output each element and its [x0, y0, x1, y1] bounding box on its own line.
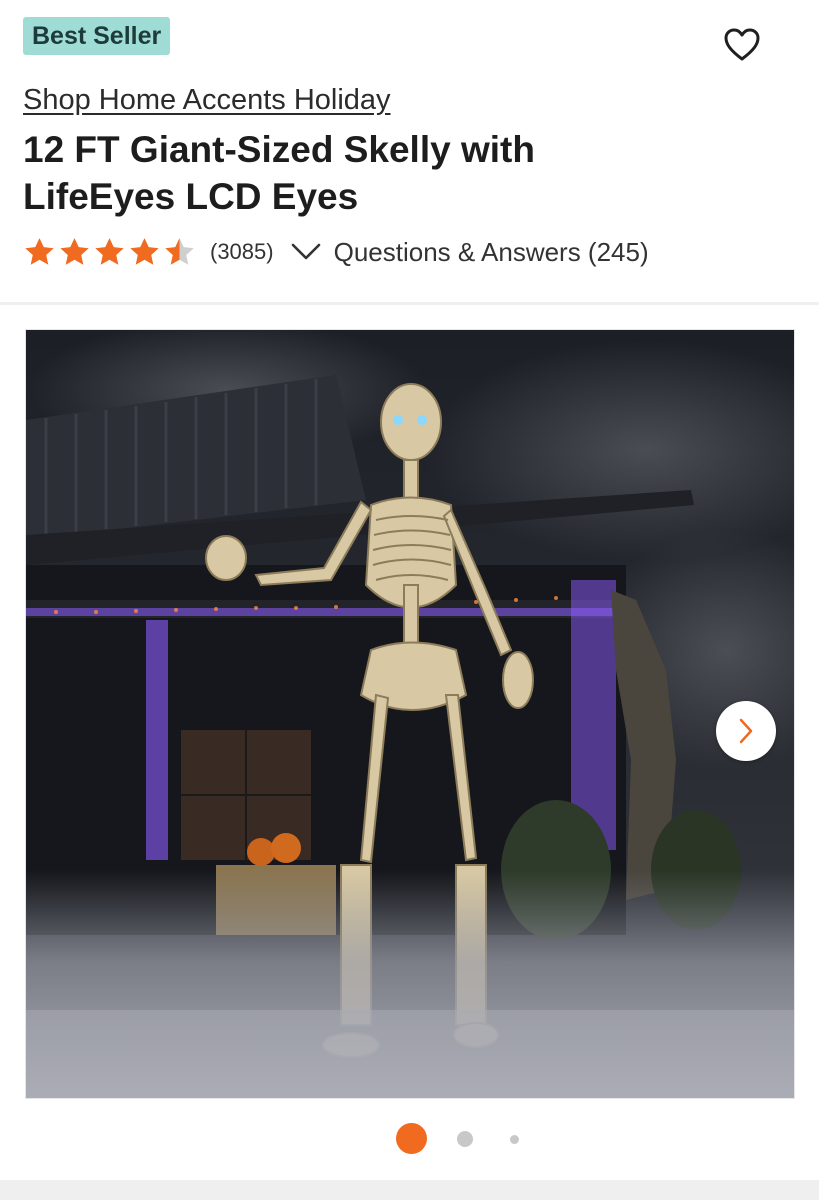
- rating-row: (3085) Questions & Answers (245): [23, 232, 649, 272]
- questions-answers-link[interactable]: Questions & Answers (245): [334, 237, 649, 268]
- product-title: 12 FT Giant-Sized Skelly with LifeEyes L…: [23, 126, 663, 220]
- star-icon: [25, 237, 54, 265]
- brand-link[interactable]: Shop Home Accents Holiday: [23, 84, 391, 117]
- pagination-dot[interactable]: [457, 1131, 473, 1147]
- star-icon: [95, 237, 124, 265]
- bottom-section-divider: [0, 1180, 819, 1200]
- gallery-pagination: [0, 1123, 819, 1155]
- half-star-icon: [165, 237, 194, 265]
- star-rating[interactable]: [23, 236, 196, 269]
- skeleton-scene-illustration: [26, 330, 794, 1098]
- product-header: Best Seller Shop Home Accents Holiday 12…: [0, 0, 819, 302]
- product-image[interactable]: [25, 329, 795, 1099]
- chevron-right-icon: [739, 718, 753, 744]
- pagination-dot-active[interactable]: [396, 1123, 427, 1154]
- review-count[interactable]: (3085): [210, 239, 274, 265]
- section-divider: [0, 302, 819, 305]
- heart-icon[interactable]: [722, 26, 762, 64]
- product-title-line-1: 12 FT Giant-Sized Skelly with: [23, 129, 535, 170]
- star-icon: [130, 237, 159, 265]
- star-icon: [60, 237, 89, 265]
- next-image-button[interactable]: [716, 701, 776, 761]
- pagination-dot[interactable]: [510, 1135, 519, 1144]
- best-seller-badge: Best Seller: [23, 17, 171, 55]
- chevron-down-icon[interactable]: [290, 241, 322, 263]
- product-title-line-2: LifeEyes LCD Eyes: [23, 176, 359, 217]
